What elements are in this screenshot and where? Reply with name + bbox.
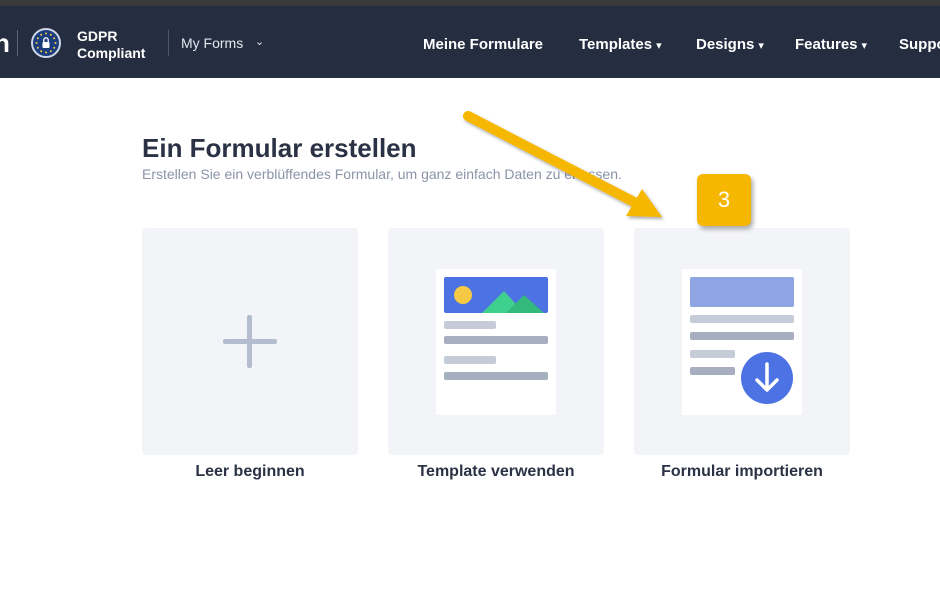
logo-divider — [17, 30, 18, 56]
template-line — [444, 372, 548, 380]
import-line — [690, 315, 794, 323]
template-illustration — [436, 269, 556, 415]
card-label-start-blank[interactable]: Leer beginnen — [142, 463, 358, 481]
gdpr-line1: GDPR — [77, 28, 118, 44]
import-line — [690, 332, 794, 340]
template-image-icon — [444, 277, 548, 313]
brand-logo-fragment[interactable]: n — [0, 28, 10, 59]
nav-label: Designs — [696, 36, 755, 53]
gdpr-compliant-text: GDPR Compliant — [77, 28, 145, 62]
nav-label: Suppo — [899, 36, 940, 53]
card-label-import-form[interactable]: Formular importieren — [634, 463, 850, 481]
card-import-form[interactable] — [634, 228, 850, 455]
gdpr-eu-lock-icon — [31, 28, 61, 58]
import-line — [690, 350, 735, 358]
annotation-arrow-icon — [463, 111, 662, 217]
download-arrow-icon — [741, 352, 793, 404]
template-line — [444, 336, 548, 344]
card-use-template[interactable] — [388, 228, 604, 455]
step-number-badge: 3 — [697, 174, 751, 226]
card-start-blank[interactable] — [142, 228, 358, 455]
caret-down-icon: ▾ — [861, 40, 868, 52]
my-forms-dropdown[interactable]: My Forms — [181, 35, 243, 51]
import-line — [690, 367, 735, 375]
page-title: Ein Formular erstellen — [142, 133, 417, 163]
nav-item-templates[interactable]: Templates ▾ — [579, 36, 662, 53]
nav-item-meine-formulare[interactable]: Meine Formulare — [423, 36, 543, 53]
template-line — [444, 356, 496, 364]
chevron-down-icon[interactable]: ⌄ — [255, 35, 264, 48]
nav-label: Templates — [579, 36, 653, 53]
nav-label: Meine Formulare — [423, 36, 544, 53]
nav-item-features[interactable]: Features ▾ — [795, 36, 867, 53]
nav-item-support[interactable]: Suppo — [899, 36, 940, 53]
nav-divider — [168, 30, 169, 56]
import-header-block — [690, 277, 794, 307]
import-illustration — [682, 269, 802, 415]
caret-down-icon: ▾ — [758, 40, 764, 52]
template-line — [444, 321, 496, 329]
card-label-use-template[interactable]: Template verwenden — [388, 463, 604, 481]
caret-down-icon: ▾ — [656, 40, 662, 52]
plus-icon-vertical — [247, 315, 252, 368]
top-navbar: n GDPR Compliant My Forms ⌄ Meine Formul… — [0, 6, 940, 78]
nav-item-designs[interactable]: Designs ▾ — [696, 36, 764, 53]
nav-label: Features — [795, 36, 858, 53]
gdpr-line2: Compliant — [77, 45, 146, 61]
